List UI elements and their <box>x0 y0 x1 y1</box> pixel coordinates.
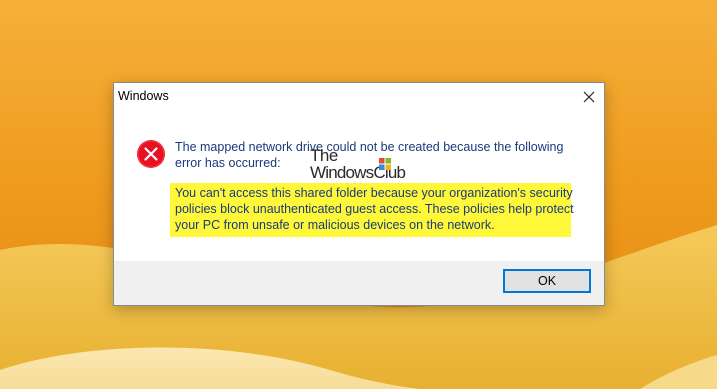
close-button[interactable] <box>574 83 604 111</box>
ok-button[interactable]: OK <box>503 269 591 293</box>
close-icon <box>583 91 595 103</box>
dialog-title: Windows <box>118 89 169 103</box>
dialog-body: The mapped network drive could not be cr… <box>114 111 604 261</box>
dialog-footer: OK <box>114 261 604 305</box>
watermark: The WindowsClub <box>310 147 406 182</box>
dialog-titlebar: Windows <box>114 83 604 111</box>
error-icon <box>137 140 165 168</box>
error-dialog: Windows The mapped network drive could n… <box>113 82 605 306</box>
windows-club-logo-icon <box>379 158 391 170</box>
error-detail: You can't access this shared folder beca… <box>175 186 574 232</box>
